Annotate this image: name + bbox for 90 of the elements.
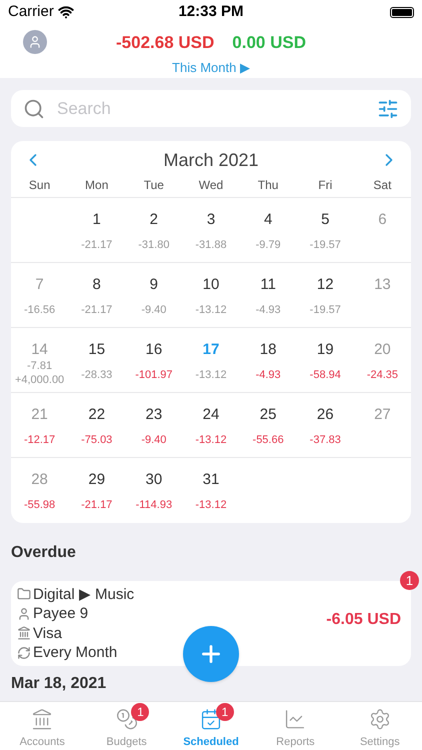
calendar-day[interactable]: 31 -13.12	[182, 458, 240, 523]
calendar-day[interactable]: 4 -9.79	[240, 198, 297, 262]
day-amount: -21.17	[81, 303, 112, 317]
day-amount: -58.94	[310, 368, 341, 382]
calendar-day[interactable]: 29 -21.17	[68, 458, 126, 523]
bank-icon	[17, 626, 31, 640]
search-icon	[23, 98, 45, 120]
search-field[interactable]: Search	[57, 96, 377, 122]
day-amount: -31.80	[138, 238, 170, 252]
calendar-day[interactable]: 16 -101.97	[125, 328, 182, 392]
weekday-label: Thu	[256, 177, 280, 194]
weekday-label: Wed	[198, 177, 224, 194]
day-amount: -21.17	[81, 498, 112, 512]
day-amount: -21.17	[81, 238, 112, 252]
calendar-day[interactable]: 24 -13.12	[182, 393, 240, 457]
calendar-day[interactable]: 10 -13.12	[182, 263, 240, 327]
repeat-label: Every Month	[33, 643, 118, 662]
day-amount: -13.12	[195, 303, 227, 317]
day-amount: -28.33	[81, 368, 112, 382]
calendar-day[interactable]: 26 -37.83	[296, 393, 354, 457]
battery-icon	[390, 6, 414, 18]
calendar-day[interactable]: 30 -114.93	[125, 458, 182, 523]
calendar-day[interactable]: 3 -31.88	[182, 198, 240, 262]
day-amount: -12.17	[24, 433, 56, 447]
month-title: March 2021	[163, 148, 259, 172]
weekday-label: Mon	[84, 177, 110, 194]
calendar-day[interactable]: 19 -58.94	[296, 328, 354, 392]
day-amount: -4.93	[256, 303, 281, 317]
weekday-label: Fri	[317, 177, 334, 194]
day-amount: +4,000.00	[14, 373, 64, 387]
person-icon	[17, 606, 31, 621]
weekday-label: Sat	[372, 177, 392, 194]
calendar-day[interactable]: 5 -19.57	[296, 198, 354, 262]
folder-icon	[17, 587, 31, 602]
tab-badge: 1	[216, 703, 234, 721]
calendar-day[interactable]: 2 -31.80	[125, 198, 182, 262]
calendar-day[interactable]: 25 -55.66	[240, 393, 297, 457]
avatar-icon[interactable]	[23, 30, 47, 54]
day-amount: -101.97	[135, 368, 172, 382]
day-amount: -13.12	[195, 498, 227, 512]
status-time: 12:33 PM	[178, 2, 244, 22]
calendar-day[interactable]: 23 -9.40	[125, 393, 182, 457]
calendar-day[interactable]: 20 -24.35	[354, 328, 411, 392]
day-amount: -13.12	[195, 433, 227, 447]
day-amount: -55.98	[24, 498, 56, 512]
carrier-label: Carrier	[8, 2, 54, 22]
day-amount: -9.40	[141, 303, 166, 317]
calendar-day[interactable]: 15 -28.33	[68, 328, 126, 392]
calendar-day[interactable]: 9 -9.40	[125, 263, 182, 327]
day-amount: -24.35	[366, 368, 398, 382]
calendar-day[interactable]: 11 -4.93	[240, 263, 297, 327]
day-amount: -19.57	[310, 238, 341, 252]
income-total: 0.00 USD	[232, 32, 306, 54]
payee-label: Payee 9	[33, 604, 88, 624]
day-amount: -55.66	[252, 433, 284, 447]
day-amount: -16.56	[24, 303, 56, 317]
tab-badge: 1	[131, 703, 150, 721]
overdue-heading: Overdue	[11, 543, 76, 563]
tab-bar-item[interactable]: Scheduled 1	[168, 702, 254, 750]
day-amount: -75.03	[81, 433, 112, 447]
account-label: Visa	[33, 624, 62, 643]
day-amount: -31.88	[195, 238, 227, 252]
search-bar[interactable]: Search	[11, 90, 411, 127]
wifi-icon	[58, 4, 74, 20]
day-amount: -13.12	[195, 368, 227, 382]
calendar-day[interactable]: 12 -19.57	[296, 263, 354, 327]
day-amount: -19.57	[310, 303, 341, 317]
expense-total: -502.68 USD	[116, 32, 214, 54]
tab-bar-item[interactable]: Budgets 1	[84, 702, 169, 750]
repeat-icon	[17, 646, 31, 660]
weekday-label: Tue	[142, 177, 165, 194]
day-amount: -37.83	[310, 433, 341, 447]
calendar-day[interactable]: 28 -55.98	[11, 458, 68, 523]
date-heading: Mar 18, 2021	[11, 674, 106, 694]
calendar-day[interactable]: 22 -75.03	[68, 393, 126, 457]
day-amount: -9.79	[256, 238, 281, 252]
calendar-day[interactable]: 18 -4.93	[240, 328, 297, 392]
category-label: Digital ▶ Music	[33, 584, 134, 604]
day-amount: -9.40	[141, 433, 166, 447]
day-amount: -114.93	[136, 498, 172, 512]
transaction-amount: -6.05 USD	[326, 610, 401, 630]
day-amount: -7.81	[27, 359, 52, 373]
calendar-day[interactable]: 21 -12.17	[11, 393, 68, 457]
weekday-label: Sun	[28, 177, 52, 194]
filter-icon[interactable]	[377, 98, 399, 120]
day-amount: -4.93	[256, 368, 281, 382]
overdue-badge: 1	[400, 571, 419, 590]
calendar-day[interactable]: 1 -21.17	[68, 198, 126, 262]
calendar-day[interactable]: 8 -21.17	[68, 263, 126, 327]
coins-icon	[114, 708, 139, 730]
